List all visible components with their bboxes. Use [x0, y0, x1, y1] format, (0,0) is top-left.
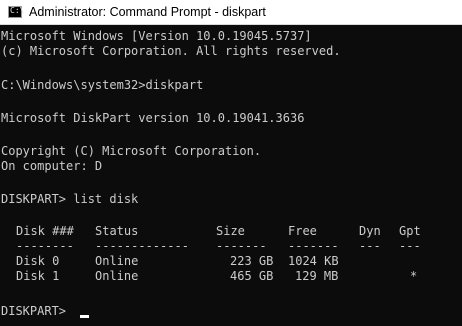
cell-disk: Disk 0	[16, 254, 60, 268]
cell-status: Online	[95, 254, 139, 268]
column-header-status: Status	[95, 224, 139, 238]
console-output[interactable]: Microsoft Windows [Version 10.0.19045.57…	[0, 25, 462, 326]
cell-status: Online	[95, 269, 139, 283]
cell-free: 1024 KB	[288, 254, 339, 268]
column-header-dyn: Dyn	[359, 224, 381, 238]
separator-disk: --------	[16, 239, 74, 253]
text-cursor	[80, 315, 89, 318]
separator-free: -------	[288, 239, 339, 253]
separator-dyn: ---	[359, 239, 381, 253]
diskpart-command-line: C:\Windows\system32>diskpart	[1, 78, 204, 92]
command-prompt-icon[interactable]: C:\	[8, 6, 25, 18]
cell-gpt: *	[410, 269, 418, 283]
disk-table-separator: -------- ------------- ------- ------- -…	[1, 238, 461, 254]
disk-table-header: Disk ### Status Size Free Dyn Gpt	[1, 223, 461, 239]
table-row: Disk 0 Online 223 GB 1024 KB	[1, 253, 461, 269]
separator-status: -------------	[95, 239, 189, 253]
cell-size: 465 GB	[230, 269, 274, 283]
column-header-disk: Disk ###	[16, 224, 74, 238]
column-header-free: Free	[288, 224, 317, 238]
column-header-gpt: Gpt	[399, 224, 421, 238]
diskpart-version-line: Microsoft DiskPart version 10.0.19041.36…	[1, 111, 305, 125]
separator-gpt: ---	[399, 239, 421, 253]
diskpart-prompt: DISKPART>	[1, 304, 74, 318]
list-disk-command-line: DISKPART> list disk	[1, 192, 139, 206]
column-header-size: Size	[216, 224, 245, 238]
window-title: Administrator: Command Prompt - diskpart	[29, 5, 266, 19]
windows-version-line: Microsoft Windows [Version 10.0.19045.57…	[1, 29, 312, 43]
diskpart-copyright-line: Copyright (C) Microsoft Corporation.	[1, 144, 262, 158]
command-prompt-window: C:\ Administrator: Command Prompt - disk…	[0, 0, 462, 326]
cell-free: 129 MB	[295, 269, 339, 283]
cell-size: 223 GB	[230, 254, 274, 268]
separator-size: -------	[216, 239, 267, 253]
copyright-line: (c) Microsoft Corporation. All rights re…	[1, 44, 341, 58]
computer-name-line: On computer: D	[1, 159, 103, 173]
table-row: Disk 1 Online 465 GB 129 MB *	[1, 268, 461, 284]
title-bar[interactable]: C:\ Administrator: Command Prompt - disk…	[0, 0, 462, 25]
cell-disk: Disk 1	[16, 269, 60, 283]
command-prompt-icon-glyph: C:\	[10, 6, 25, 15]
